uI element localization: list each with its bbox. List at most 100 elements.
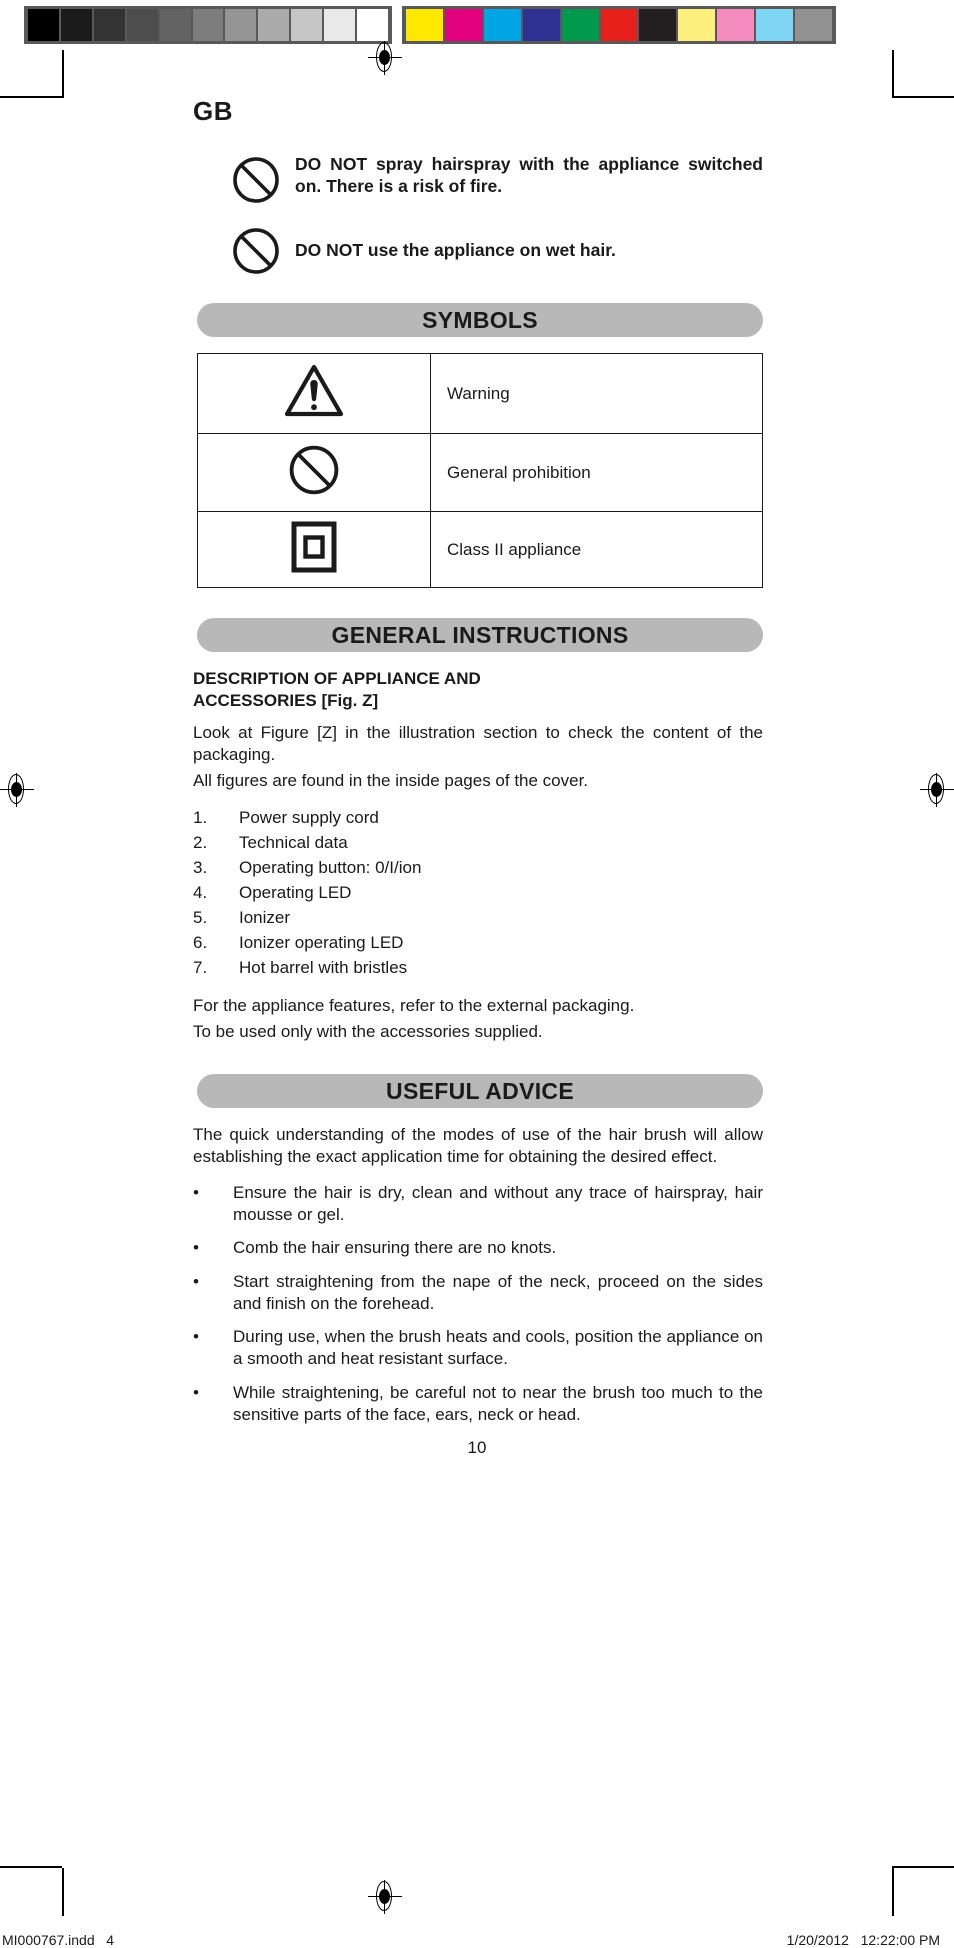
color-swatch-7 [678,9,716,41]
prohibition-icon [287,445,341,501]
prohibition-icon [231,153,281,210]
color-swatch-10 [795,9,832,41]
list-item-label: Power supply cord [239,808,379,828]
color-swatch-6 [639,9,677,41]
section-header-symbols: SYMBOLS [197,303,763,337]
color-swatch-9 [756,9,794,41]
list-item: • During use, when the brush heats and co… [193,1326,763,1371]
list-item-label: Ionizer operating LED [239,933,404,953]
warning-triangle-icon [283,364,345,423]
list-item: • While straightening, be careful not to … [193,1382,763,1427]
grayscale-swatch-10 [357,9,388,41]
grayscale-swatch-5 [192,9,224,41]
language-code: GB [193,96,233,126]
prohibition-icon [231,224,281,281]
list-item: • Start straightening from the nape of th… [193,1271,763,1316]
crop-mark-bottom-left-vertical [62,1868,64,1916]
section-header-general-instructions: GENERAL INSTRUCTIONS [197,618,763,652]
list-item: • Comb the hair ensuring there are no kno… [193,1237,763,1259]
page-content-column: GB DO NOT spray hairspray with the appli… [191,96,763,1458]
list-item: • Ensure the hair is dry, clean and witho… [193,1182,763,1227]
notice-no-wet-hair: DO NOT use the appliance on wet hair. [231,224,763,281]
list-item-label: Technical data [239,833,348,853]
list-item: 4. Operating LED [193,881,763,906]
symbol-label: Warning [430,353,763,434]
section-header-useful-advice: USEFUL ADVICE [197,1073,763,1108]
color-swatch-8 [717,9,755,41]
list-item-number: 2. [193,833,208,853]
bullet-icon: • [193,1382,199,1402]
registration-mark-bottom [368,1880,402,1914]
bullet-icon: • [193,1327,199,1347]
list-item: 3. Operating button: 0/I/ion [193,856,763,881]
closing-line-1: For the appliance features, refer to the… [193,996,635,1016]
color-swatch-2 [483,9,521,41]
crop-mark-bottom-left-horizontal [0,1866,62,1868]
list-item-number: 5. [193,908,208,928]
grayscale-swatch-3 [126,9,158,41]
parts-list: 1. Power supply cord 2. Technical data 3. Ope… [193,806,763,981]
table-row: Warning [197,353,763,434]
list-item-text: Ensure the hair is dry, clean and withou… [233,1182,763,1224]
list-item-text: While straightening, be careful not to n… [233,1382,763,1424]
symbol-cell [197,353,431,434]
registration-mark-top [368,41,402,75]
grayscale-swatch-1 [60,9,92,41]
description-subheading: DESCRIPTION OF APPLIANCE AND ACCESSORIES… [193,668,763,712]
list-item: 5. Ionizer [193,906,763,931]
class-two-square-icon [291,521,337,577]
list-item-number: 4. [193,883,208,903]
list-item-label: Hot barrel with bristles [239,958,408,978]
grayscale-swatch-9 [324,9,356,41]
color-swatch-3 [522,9,560,41]
list-item-number: 6. [193,933,208,953]
crop-mark-top-left-vertical [62,50,64,98]
list-item-label: Operating button: 0/I/ion [239,858,422,878]
list-item: 6. Ionizer operating LED [193,931,763,956]
advice-list: • Ensure the hair is dry, clean and witho… [193,1182,763,1426]
list-item-label: Ionizer [239,908,291,928]
symbol-cell [197,433,431,512]
list-item: 1. Power supply cord [193,806,763,831]
table-row: General prohibition [197,433,763,512]
bullet-icon: • [193,1271,199,1291]
list-item: 7. Hot barrel with bristles [193,956,763,981]
useful-advice-intro: The quick understanding of the modes of … [193,1124,763,1166]
symbols-table: Warning General prohibition Class II app… [197,353,763,588]
table-row: Class II appliance [197,511,763,588]
closing-line-2: To be used only with the accessories sup… [193,1022,543,1042]
color-swatch-group [402,6,836,44]
list-item-number: 1. [193,808,208,828]
notice-text: DO NOT spray hairspray with the applianc… [295,154,763,197]
bullet-icon: • [193,1238,199,1258]
list-item-text: During use, when the brush heats and coo… [233,1327,763,1369]
list-item-number: 3. [193,858,208,878]
grayscale-swatch-7 [258,9,290,41]
list-item-number: 7. [193,958,208,978]
intro-paragraph: Look at Figure [Z] in the illustration s… [193,723,763,765]
color-swatch-1 [444,9,482,41]
list-item-label: Operating LED [239,883,352,903]
document-page: GB DO NOT spray hairspray with the appli… [0,96,954,1458]
symbol-cell [197,511,431,588]
grayscale-swatch-6 [225,9,257,41]
crop-mark-bottom-right-vertical [892,1868,894,1916]
grayscale-swatch-2 [93,9,125,41]
print-calibration-strip [24,6,930,44]
page-number: 10 [467,1438,487,1458]
notice-text: DO NOT use the appliance on wet hair. [295,240,616,260]
description-subheading-line1: DESCRIPTION OF APPLIANCE AND [193,669,481,688]
color-swatch-5 [600,9,638,41]
notice-no-hairspray: DO NOT spray hairspray with the applianc… [231,153,763,210]
symbol-label: General prohibition [430,433,763,512]
bullet-icon: • [193,1182,199,1202]
grayscale-swatch-4 [159,9,191,41]
color-swatch-0 [406,9,443,41]
crop-mark-bottom-right-horizontal [892,1866,954,1868]
grayscale-swatch-group [24,6,392,44]
list-item: 2. Technical data [193,831,763,856]
color-swatch-4 [561,9,599,41]
grayscale-swatch-8 [291,9,323,41]
grayscale-swatch-0 [28,9,59,41]
list-item-text: Start straightening from the nape of the… [233,1271,763,1313]
